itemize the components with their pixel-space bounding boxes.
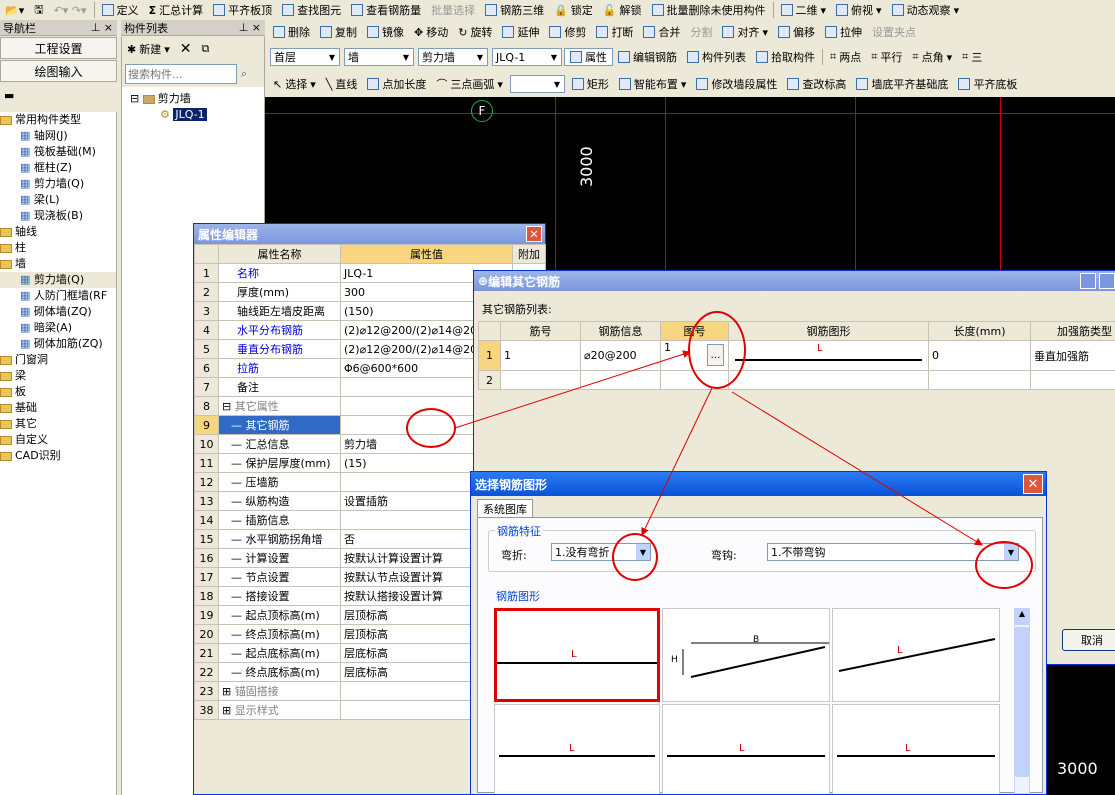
annotation-layer [454,350,983,546]
annotation-arrow [641,387,713,536]
annotation-circle [406,408,456,448]
annotation-circle [975,541,1033,589]
annotation-arrow [454,350,691,429]
annotation-arrow [731,391,983,546]
annotation-circle [688,311,746,389]
annotation-circle [612,533,658,581]
